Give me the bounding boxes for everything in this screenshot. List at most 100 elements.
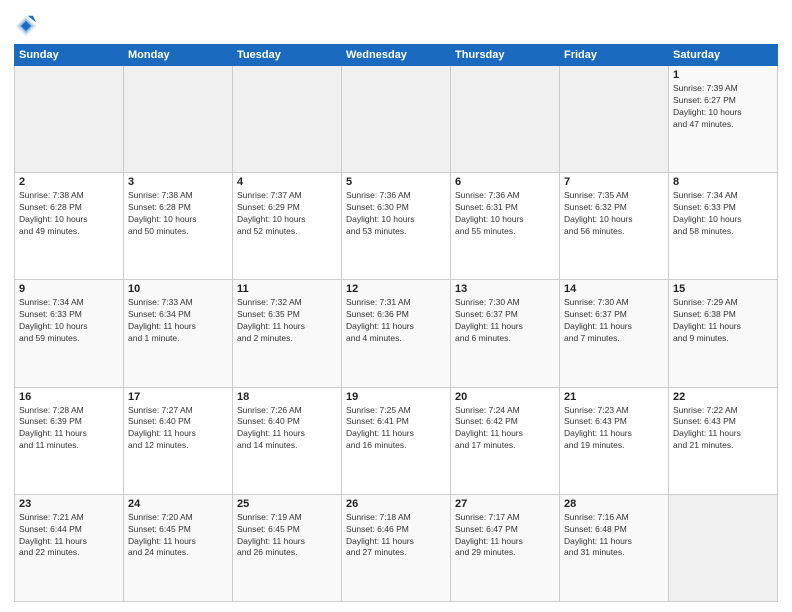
- day-number: 18: [237, 391, 337, 403]
- calendar-cell: 17Sunrise: 7:27 AM Sunset: 6:40 PM Dayli…: [124, 387, 233, 494]
- day-info: Sunrise: 7:26 AM Sunset: 6:40 PM Dayligh…: [237, 405, 337, 453]
- calendar-cell: 20 Sunrise: 7:24 AM Sunset: 6:42 PM Dayli…: [451, 387, 560, 494]
- calendar-week-3: 9 Sunrise: 7:34 AM Sunset: 6:33 PM Daylig…: [15, 280, 778, 387]
- calendar-week-1: 1Sunrise: 7:39 AM Sunset: 6:27 PM Daylig…: [15, 66, 778, 173]
- day-number: 2: [19, 176, 119, 188]
- day-info: Sunrise: 7:17 AM Sunset: 6:47 PM Dayligh…: [455, 512, 555, 560]
- day-number: 14: [564, 283, 664, 295]
- calendar-cell: 25 Sunrise: 7:19 AM Sunset: 6:45 PM Dayli…: [233, 494, 342, 601]
- calendar-header: SundayMondayTuesdayWednesdayThursdayFrid…: [15, 45, 778, 66]
- calendar-cell: 3 Sunrise: 7:38 AM Sunset: 6:28 PM Daylig…: [124, 173, 233, 280]
- calendar-cell: 18 Sunrise: 7:26 AM Sunset: 6:40 PM Dayli…: [233, 387, 342, 494]
- day-number: 5: [346, 176, 446, 188]
- day-info: Sunrise: 7:22 AM Sunset: 6:43 PM Dayligh…: [673, 405, 773, 453]
- weekday-header-thursday: Thursday: [451, 45, 560, 66]
- day-number: 25: [237, 498, 337, 510]
- calendar-cell: 12 Sunrise: 7:31 AM Sunset: 6:36 PM Dayli…: [342, 280, 451, 387]
- day-number: 23: [19, 498, 119, 510]
- weekday-header-row: SundayMondayTuesdayWednesdayThursdayFrid…: [15, 45, 778, 66]
- day-info: Sunrise: 7:33 AM Sunset: 6:34 PM Dayligh…: [128, 297, 228, 345]
- day-number: 15: [673, 283, 773, 295]
- calendar-cell: 13 Sunrise: 7:30 AM Sunset: 6:37 PM Dayli…: [451, 280, 560, 387]
- calendar-cell: 11 Sunrise: 7:32 AM Sunset: 6:35 PM Dayli…: [233, 280, 342, 387]
- calendar-cell: 22 Sunrise: 7:22 AM Sunset: 6:43 PM Dayli…: [669, 387, 778, 494]
- calendar-cell: [15, 66, 124, 173]
- day-info: Sunrise: 7:24 AM Sunset: 6:42 PM Dayligh…: [455, 405, 555, 453]
- day-number: 4: [237, 176, 337, 188]
- logo-icon: [14, 14, 38, 38]
- calendar-cell: [233, 66, 342, 173]
- day-number: 7: [564, 176, 664, 188]
- calendar-cell: 5 Sunrise: 7:36 AM Sunset: 6:30 PM Daylig…: [342, 173, 451, 280]
- day-info: Sunrise: 7:16 AM Sunset: 6:48 PM Dayligh…: [564, 512, 664, 560]
- day-number: 20: [455, 391, 555, 403]
- calendar-cell: 26 Sunrise: 7:18 AM Sunset: 6:46 PM Dayli…: [342, 494, 451, 601]
- page: SundayMondayTuesdayWednesdayThursdayFrid…: [0, 0, 792, 612]
- day-number: 8: [673, 176, 773, 188]
- day-info: Sunrise: 7:18 AM Sunset: 6:46 PM Dayligh…: [346, 512, 446, 560]
- calendar-cell: 4 Sunrise: 7:37 AM Sunset: 6:29 PM Daylig…: [233, 173, 342, 280]
- weekday-header-saturday: Saturday: [669, 45, 778, 66]
- day-number: 16: [19, 391, 119, 403]
- calendar-cell: 15 Sunrise: 7:29 AM Sunset: 6:38 PM Dayli…: [669, 280, 778, 387]
- calendar-week-5: 23 Sunrise: 7:21 AM Sunset: 6:44 PM Dayli…: [15, 494, 778, 601]
- calendar-cell: 6 Sunrise: 7:36 AM Sunset: 6:31 PM Daylig…: [451, 173, 560, 280]
- calendar-cell: [560, 66, 669, 173]
- day-number: 9: [19, 283, 119, 295]
- day-info: Sunrise: 7:35 AM Sunset: 6:32 PM Dayligh…: [564, 190, 664, 238]
- day-info: Sunrise: 7:27 AM Sunset: 6:40 PM Dayligh…: [128, 405, 228, 453]
- day-info: Sunrise: 7:37 AM Sunset: 6:29 PM Dayligh…: [237, 190, 337, 238]
- calendar-body: 1Sunrise: 7:39 AM Sunset: 6:27 PM Daylig…: [15, 66, 778, 602]
- calendar-week-2: 2 Sunrise: 7:38 AM Sunset: 6:28 PM Daylig…: [15, 173, 778, 280]
- weekday-header-friday: Friday: [560, 45, 669, 66]
- day-number: 28: [564, 498, 664, 510]
- calendar-cell: 10 Sunrise: 7:33 AM Sunset: 6:34 PM Dayli…: [124, 280, 233, 387]
- day-number: 3: [128, 176, 228, 188]
- weekday-header-monday: Monday: [124, 45, 233, 66]
- weekday-header-sunday: Sunday: [15, 45, 124, 66]
- calendar-cell: 23 Sunrise: 7:21 AM Sunset: 6:44 PM Dayli…: [15, 494, 124, 601]
- calendar-cell: 21 Sunrise: 7:23 AM Sunset: 6:43 PM Dayli…: [560, 387, 669, 494]
- day-info: Sunrise: 7:25 AM Sunset: 6:41 PM Dayligh…: [346, 405, 446, 453]
- calendar-cell: [342, 66, 451, 173]
- calendar-cell: 14 Sunrise: 7:30 AM Sunset: 6:37 PM Dayli…: [560, 280, 669, 387]
- day-number: 12: [346, 283, 446, 295]
- logo: [14, 14, 42, 38]
- day-number: 21: [564, 391, 664, 403]
- calendar-cell: 1Sunrise: 7:39 AM Sunset: 6:27 PM Daylig…: [669, 66, 778, 173]
- day-info: Sunrise: 7:21 AM Sunset: 6:44 PM Dayligh…: [19, 512, 119, 560]
- calendar-cell: 24Sunrise: 7:20 AM Sunset: 6:45 PM Dayli…: [124, 494, 233, 601]
- calendar-cell: [124, 66, 233, 173]
- day-number: 10: [128, 283, 228, 295]
- day-info: Sunrise: 7:23 AM Sunset: 6:43 PM Dayligh…: [564, 405, 664, 453]
- day-number: 13: [455, 283, 555, 295]
- day-info: Sunrise: 7:19 AM Sunset: 6:45 PM Dayligh…: [237, 512, 337, 560]
- weekday-header-wednesday: Wednesday: [342, 45, 451, 66]
- day-number: 24: [128, 498, 228, 510]
- day-number: 19: [346, 391, 446, 403]
- day-number: 22: [673, 391, 773, 403]
- day-number: 6: [455, 176, 555, 188]
- day-info: Sunrise: 7:29 AM Sunset: 6:38 PM Dayligh…: [673, 297, 773, 345]
- day-info: Sunrise: 7:30 AM Sunset: 6:37 PM Dayligh…: [564, 297, 664, 345]
- day-number: 26: [346, 498, 446, 510]
- day-info: Sunrise: 7:28 AM Sunset: 6:39 PM Dayligh…: [19, 405, 119, 453]
- weekday-header-tuesday: Tuesday: [233, 45, 342, 66]
- day-info: Sunrise: 7:39 AM Sunset: 6:27 PM Dayligh…: [673, 83, 773, 131]
- day-info: Sunrise: 7:32 AM Sunset: 6:35 PM Dayligh…: [237, 297, 337, 345]
- day-info: Sunrise: 7:31 AM Sunset: 6:36 PM Dayligh…: [346, 297, 446, 345]
- day-info: Sunrise: 7:30 AM Sunset: 6:37 PM Dayligh…: [455, 297, 555, 345]
- day-info: Sunrise: 7:36 AM Sunset: 6:30 PM Dayligh…: [346, 190, 446, 238]
- calendar-cell: 27Sunrise: 7:17 AM Sunset: 6:47 PM Dayli…: [451, 494, 560, 601]
- day-info: Sunrise: 7:34 AM Sunset: 6:33 PM Dayligh…: [19, 297, 119, 345]
- calendar-cell: 8 Sunrise: 7:34 AM Sunset: 6:33 PM Daylig…: [669, 173, 778, 280]
- calendar-week-4: 16 Sunrise: 7:28 AM Sunset: 6:39 PM Dayli…: [15, 387, 778, 494]
- day-info: Sunrise: 7:34 AM Sunset: 6:33 PM Dayligh…: [673, 190, 773, 238]
- day-number: 11: [237, 283, 337, 295]
- day-info: Sunrise: 7:36 AM Sunset: 6:31 PM Dayligh…: [455, 190, 555, 238]
- calendar-cell: 2 Sunrise: 7:38 AM Sunset: 6:28 PM Daylig…: [15, 173, 124, 280]
- day-info: Sunrise: 7:38 AM Sunset: 6:28 PM Dayligh…: [19, 190, 119, 238]
- calendar-cell: [669, 494, 778, 601]
- day-info: Sunrise: 7:38 AM Sunset: 6:28 PM Dayligh…: [128, 190, 228, 238]
- calendar-cell: [451, 66, 560, 173]
